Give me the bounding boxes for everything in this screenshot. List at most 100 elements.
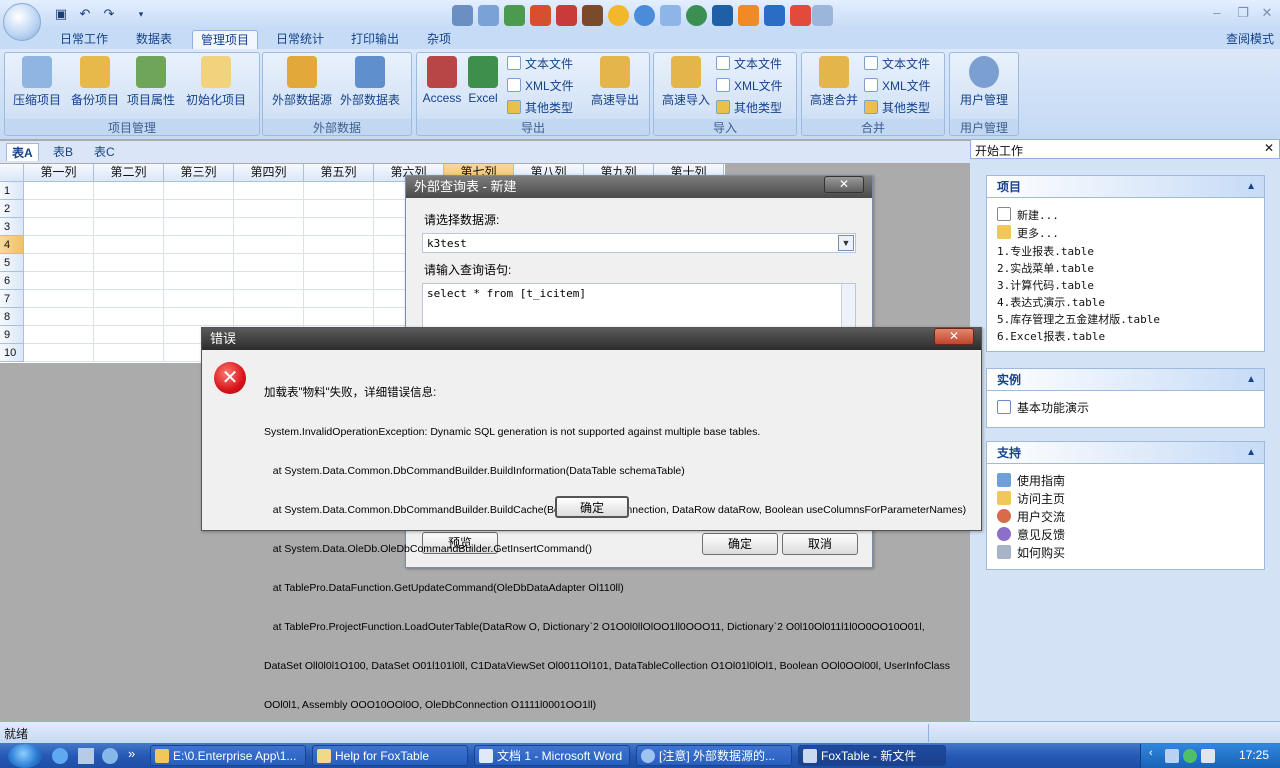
support-community-link[interactable]: 用户交流 bbox=[997, 508, 1065, 525]
row-header[interactable]: 10 bbox=[0, 344, 24, 362]
volume-icon[interactable] bbox=[1201, 749, 1215, 763]
read-mode-button[interactable]: 查阅模式 bbox=[1220, 30, 1280, 50]
tab-daily-work[interactable]: 日常工作 bbox=[54, 30, 114, 50]
more-projects-link[interactable]: 更多... bbox=[997, 225, 1059, 241]
collapse-icon[interactable]: ▲ bbox=[1246, 176, 1256, 198]
compress-project-button[interactable]: 压缩项目 bbox=[9, 56, 65, 108]
row-header[interactable]: 7 bbox=[0, 290, 24, 308]
recent-project-link[interactable]: 6.Excel报表.table bbox=[997, 328, 1105, 344]
support-guide-link[interactable]: 使用指南 bbox=[997, 472, 1065, 489]
app-icon[interactable] bbox=[812, 5, 833, 26]
query-close-icon[interactable]: ✕ bbox=[824, 176, 864, 193]
export-xml-button[interactable]: XML文件 bbox=[507, 77, 574, 95]
row-header[interactable]: 6 bbox=[0, 272, 24, 290]
merge-xml-button[interactable]: XML文件 bbox=[864, 77, 931, 95]
app-icon[interactable] bbox=[790, 5, 811, 26]
recent-project-link[interactable]: 5.库存管理之五金建材版.table bbox=[997, 311, 1160, 327]
column-header[interactable]: 第五列 bbox=[304, 164, 374, 182]
tab-daily-stats[interactable]: 日常统计 bbox=[270, 30, 330, 50]
app-icon[interactable] bbox=[478, 5, 499, 26]
fast-merge-button[interactable]: 高速合并 bbox=[806, 56, 862, 108]
taskbar-item-browser[interactable]: [注意] 外部数据源的... bbox=[636, 745, 792, 766]
app-icon[interactable] bbox=[686, 5, 707, 26]
project-properties-button[interactable]: 项目属性 bbox=[123, 56, 179, 108]
export-excel-button[interactable]: Excel bbox=[465, 56, 501, 105]
column-header[interactable]: 第二列 bbox=[94, 164, 164, 182]
error-ok-button[interactable]: 确定 bbox=[555, 496, 629, 518]
row-header[interactable]: 9 bbox=[0, 326, 24, 344]
row-header[interactable]: 3 bbox=[0, 218, 24, 236]
app-icon[interactable] bbox=[608, 5, 629, 26]
support-home-link[interactable]: 访问主页 bbox=[997, 490, 1065, 507]
corner-cell[interactable] bbox=[0, 164, 24, 182]
network-icon[interactable] bbox=[1165, 749, 1179, 763]
merge-other-button[interactable]: 其他类型 bbox=[864, 99, 930, 117]
app-icon[interactable] bbox=[556, 5, 577, 26]
panel-examples-header[interactable]: 实例 ▲ bbox=[987, 369, 1264, 391]
recent-project-link[interactable]: 1.专业报表.table bbox=[997, 243, 1094, 259]
chevron-down-icon[interactable]: ▼ bbox=[838, 235, 854, 251]
close-icon[interactable]: ✕ bbox=[1258, 5, 1276, 21]
undo-icon[interactable]: ↶ bbox=[76, 6, 94, 22]
minimize-icon[interactable]: – bbox=[1208, 5, 1226, 21]
scrollbar[interactable] bbox=[841, 284, 855, 328]
user-management-button[interactable]: 用户管理 bbox=[954, 56, 1014, 108]
taskbar-item-word[interactable]: 文档 1 - Microsoft Word bbox=[474, 745, 630, 766]
customize-icon[interactable]: ▾ bbox=[132, 6, 150, 22]
row-header[interactable]: 8 bbox=[0, 308, 24, 326]
tab-print-output[interactable]: 打印输出 bbox=[344, 30, 406, 50]
datasource-select[interactable]: k3test ▼ bbox=[422, 233, 856, 253]
fast-import-button[interactable]: 高速导入 bbox=[658, 56, 714, 108]
new-project-link[interactable]: 新建... bbox=[997, 207, 1059, 223]
external-datatable-button[interactable]: 外部数据表 bbox=[337, 56, 403, 108]
tab-data-table[interactable]: 数据表 bbox=[128, 30, 180, 50]
more-icon[interactable]: » bbox=[128, 746, 135, 761]
app-icon[interactable] bbox=[764, 5, 785, 26]
desktop-icon[interactable] bbox=[78, 748, 94, 764]
support-buy-link[interactable]: 如何购买 bbox=[997, 544, 1065, 561]
export-other-button[interactable]: 其他类型 bbox=[507, 99, 573, 117]
row-header[interactable]: 2 bbox=[0, 200, 24, 218]
row-header[interactable]: 5 bbox=[0, 254, 24, 272]
taskbar-item-foxtable[interactable]: FoxTable - 新文件 bbox=[798, 745, 946, 766]
app-icon[interactable] bbox=[712, 5, 733, 26]
ie-icon[interactable] bbox=[52, 748, 68, 764]
sheet-tab-c[interactable]: 表C bbox=[89, 143, 120, 161]
app-icon[interactable] bbox=[530, 5, 551, 26]
import-text-button[interactable]: 文本文件 bbox=[716, 55, 782, 73]
collapse-icon[interactable]: ▲ bbox=[1246, 442, 1256, 464]
taskbar-item-help[interactable]: Help for FoxTable bbox=[312, 745, 468, 766]
app-icon[interactable] bbox=[582, 5, 603, 26]
task-pane-close-icon[interactable]: ✕ bbox=[1264, 141, 1274, 155]
export-text-button[interactable]: 文本文件 bbox=[507, 55, 573, 73]
sheet-tab-a[interactable]: 表A bbox=[6, 143, 39, 161]
export-access-button[interactable]: Access bbox=[421, 56, 463, 105]
error-close-icon[interactable]: ✕ bbox=[934, 328, 974, 345]
taskbar-item-explorer[interactable]: E:\0.Enterprise App\1... bbox=[150, 745, 306, 766]
external-datasource-button[interactable]: 外部数据源 bbox=[269, 56, 335, 108]
tab-misc[interactable]: 杂项 bbox=[418, 30, 460, 50]
example-link[interactable]: 基本功能演示 bbox=[997, 399, 1089, 416]
merge-text-button[interactable]: 文本文件 bbox=[864, 55, 930, 73]
sheet-tab-b[interactable]: 表B bbox=[48, 143, 78, 161]
row-header[interactable]: 4 bbox=[0, 236, 24, 254]
app-icon[interactable] bbox=[738, 5, 759, 26]
fast-export-button[interactable]: 高速导出 bbox=[585, 56, 645, 108]
save-icon[interactable]: ▣ bbox=[52, 6, 70, 22]
recent-project-link[interactable]: 2.实战菜单.table bbox=[997, 260, 1094, 276]
restore-icon[interactable]: ❐ bbox=[1234, 5, 1252, 21]
init-project-button[interactable]: 初始化项目 bbox=[185, 56, 247, 108]
redo-icon[interactable]: ↷ bbox=[100, 6, 118, 22]
panel-support-header[interactable]: 支持 ▲ bbox=[987, 442, 1264, 464]
app-icon[interactable] bbox=[634, 5, 655, 26]
tray-app-icon[interactable] bbox=[1183, 749, 1197, 763]
backup-project-button[interactable]: 备份项目 bbox=[67, 56, 123, 108]
support-feedback-link[interactable]: 意见反馈 bbox=[997, 526, 1065, 543]
panel-project-header[interactable]: 项目 ▲ bbox=[987, 176, 1264, 198]
recent-project-link[interactable]: 3.计算代码.table bbox=[997, 277, 1094, 293]
import-xml-button[interactable]: XML文件 bbox=[716, 77, 783, 95]
column-header[interactable]: 第四列 bbox=[234, 164, 304, 182]
collapse-icon[interactable]: ▲ bbox=[1246, 369, 1256, 391]
app-icon[interactable] bbox=[504, 5, 525, 26]
start-button[interactable] bbox=[8, 744, 42, 768]
